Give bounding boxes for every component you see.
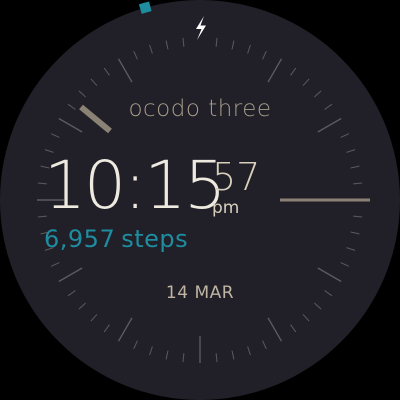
date-label: 14 MAR bbox=[165, 283, 235, 303]
brand-label: ocodo three bbox=[128, 96, 272, 122]
battery-arc bbox=[138, 1, 152, 14]
steps-unit: steps bbox=[121, 225, 189, 253]
am-pm-label: pm bbox=[212, 198, 240, 218]
time-display: 10:15 bbox=[44, 147, 226, 224]
steps-counter: 6,957 steps bbox=[44, 224, 188, 254]
steps-value: 6,957 bbox=[44, 225, 116, 253]
seconds-display: 57 bbox=[212, 155, 261, 199]
